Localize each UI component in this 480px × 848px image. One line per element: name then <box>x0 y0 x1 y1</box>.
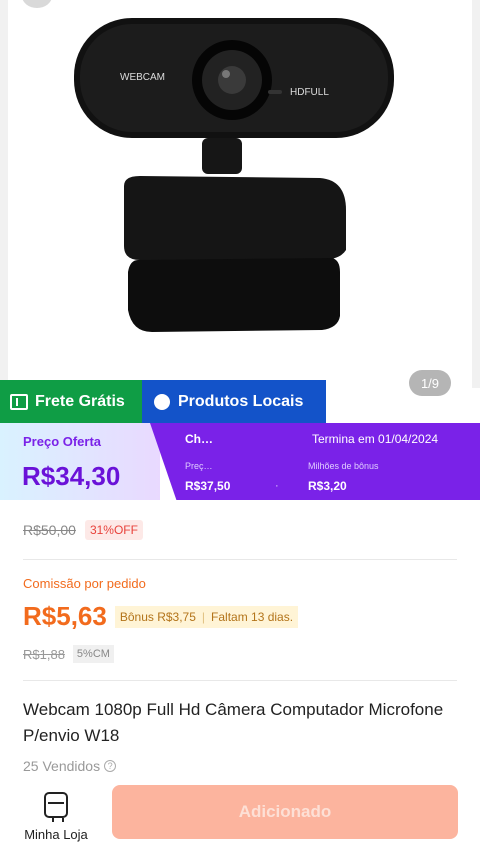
commission-bonus: Bônus R$3,75 <box>119 609 196 624</box>
store-icon <box>44 792 68 822</box>
free-shipping-tag: Frete Grátis <box>0 380 142 423</box>
reference-price-label: Preç… <box>185 461 213 471</box>
tag-strip: Frete Grátis Produtos Locais <box>0 380 326 423</box>
commission-row: R$5,63 Bônus R$3,75 | Faltam 13 dias. <box>23 601 299 632</box>
back-button[interactable] <box>22 0 52 8</box>
offer-price: R$34,30 <box>22 461 121 491</box>
divider <box>23 559 457 560</box>
commission-rate-row: R$1,88 5%CM <box>23 645 114 663</box>
local-products-label: Produtos Locais <box>178 392 304 410</box>
my-store-label: Minha Loja <box>24 827 88 842</box>
commission-value: R$5,63 <box>23 601 107 631</box>
discount-badge: 31%OFF <box>84 520 143 540</box>
free-shipping-label: Frete Grátis <box>35 392 125 410</box>
separator-dot: · <box>275 480 279 492</box>
product-image-carousel[interactable]: WEBCAM HDFULL 1/9 <box>0 0 480 396</box>
webcam-product-image: WEBCAM HDFULL <box>74 18 394 332</box>
added-button[interactable]: Adicionado <box>112 785 458 839</box>
location-icon <box>154 393 170 410</box>
reference-price-value: R$37,50 <box>185 479 231 493</box>
image-counter: 1/9 <box>409 370 451 396</box>
commission-rate-badge: 5%CM <box>72 645 114 663</box>
product-page: WEBCAM HDFULL 1/9 Frete Grátis Produtos … <box>0 0 480 848</box>
carousel-edge-right <box>472 0 480 388</box>
offer-banner: Preço Oferta R$34,30 Ch… Termina em 01/0… <box>0 423 480 500</box>
offer-label: Preço Oferta <box>23 434 102 449</box>
offer-end-date: Termina em 01/04/2024 <box>312 432 439 446</box>
commission-label: Comissão por pedido <box>23 576 146 591</box>
bottom-action-bar: Minha Loja Adicionado <box>0 772 480 848</box>
commission-bonus-tag: Bônus R$3,75 | Faltam 13 dias. <box>114 605 299 628</box>
original-price-row: R$50,00 31%OFF <box>23 520 143 540</box>
flash-label: Ch… <box>185 432 213 446</box>
product-title: Webcam 1080p Full Hd Câmera Computador M… <box>23 700 444 745</box>
commission-remaining: Faltam 13 dias. <box>211 609 294 624</box>
bonus-label: Milhões de bônus <box>308 461 379 471</box>
original-price: R$50,00 <box>23 522 76 538</box>
help-icon[interactable]: ? <box>104 760 117 772</box>
local-products-tag: Produtos Locais <box>142 380 326 423</box>
old-commission: R$1,88 <box>23 646 65 662</box>
carousel-edge-left <box>0 0 8 388</box>
camera-label-left: WEBCAM <box>120 72 165 83</box>
shipping-icon <box>10 393 28 410</box>
my-store-button[interactable]: Minha Loja <box>18 788 94 844</box>
bonus-value: R$3,20 <box>308 479 347 493</box>
camera-label-right: HDFULL <box>290 87 329 98</box>
divider <box>23 680 457 681</box>
